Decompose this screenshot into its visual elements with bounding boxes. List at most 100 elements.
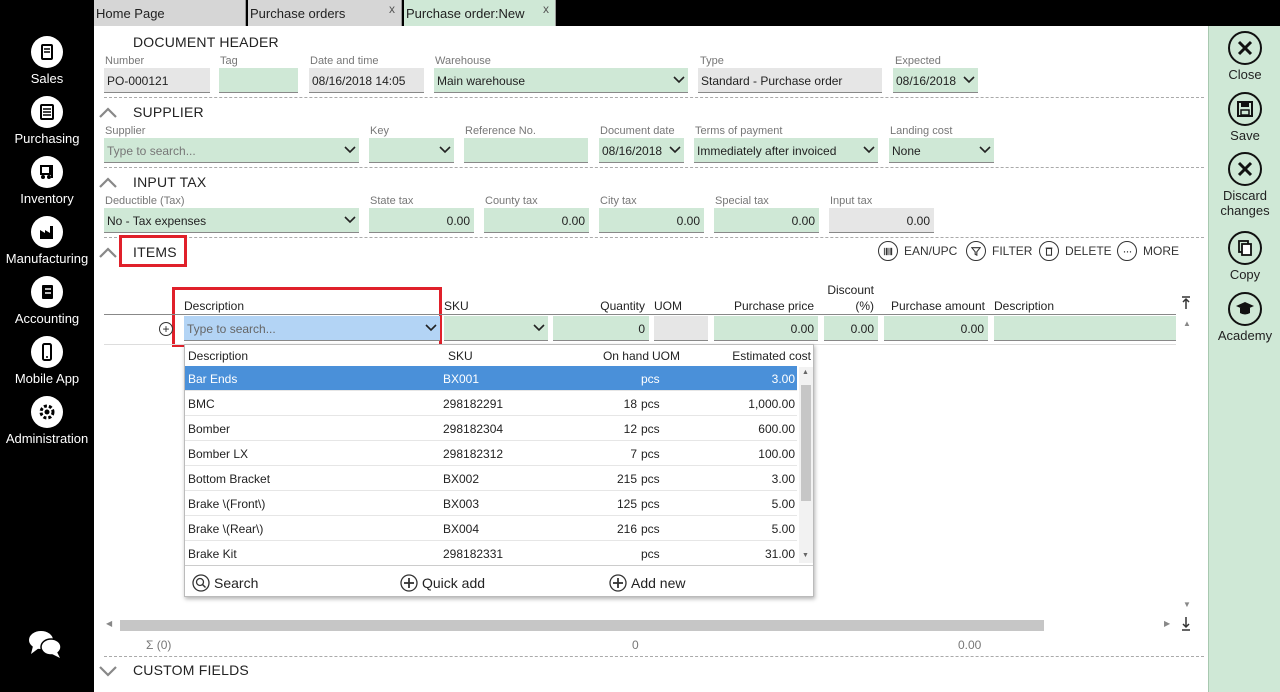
chevron-up-icon[interactable] [98, 106, 118, 120]
scroll-right-arrow[interactable]: ▶ [1164, 619, 1170, 628]
nav-sales[interactable]: Sales [0, 36, 94, 86]
delete-button[interactable]: DELETE [1039, 241, 1112, 261]
special-tax-field[interactable]: 0.00 [714, 208, 819, 233]
more-button[interactable]: ··· MORE [1117, 241, 1179, 261]
popup-cell-uom: pcs [641, 547, 660, 561]
reference-field[interactable] [464, 138, 588, 163]
popup-item-row[interactable]: BMC 298182291 18 pcs 1,000.00 [185, 391, 797, 416]
popup-scrollbar[interactable]: ▲ ▼ [799, 367, 813, 563]
nav-mobile-app[interactable]: Mobile App [0, 336, 94, 386]
nav-accounting[interactable]: Accounting [0, 276, 94, 326]
document-date-select[interactable]: 08/16/2018 [599, 138, 684, 163]
supplier-placeholder: Type to search... [107, 144, 196, 158]
filter-button[interactable]: FILTER [966, 241, 1032, 261]
popup-col-sku: SKU [448, 349, 473, 363]
chevron-up-icon[interactable] [98, 176, 118, 190]
item-price-field[interactable]: 0.00 [714, 316, 818, 341]
items-section-title: ITEMS [133, 244, 177, 260]
popup-cell-description: Bar Ends [188, 372, 238, 386]
popup-col-onhand: On hand [602, 349, 649, 363]
popup-item-row[interactable]: Brake \(Front\) BX003 125 pcs 5.00 [185, 491, 797, 516]
popup-item-row[interactable]: Brake \(Rear\) BX004 216 pcs 5.00 [185, 516, 797, 541]
nav-administration[interactable]: Administration [0, 396, 94, 446]
tag-field[interactable] [219, 68, 298, 93]
popup-cell-onhand: 18 [623, 397, 637, 411]
popup-item-row[interactable]: Bottom Bracket BX002 215 pcs 3.00 [185, 466, 797, 491]
county-tax-field[interactable]: 0.00 [484, 208, 589, 233]
more-label: MORE [1143, 244, 1179, 258]
popup-item-row[interactable]: Brake Kit 298182331 pcs 31.00 [185, 541, 797, 566]
popup-cell-sku: 298182312 [443, 447, 504, 461]
chevron-down-icon [344, 146, 356, 154]
nav-manufacturing[interactable]: Manufacturing [0, 216, 94, 266]
state-tax-field[interactable]: 0.00 [369, 208, 474, 233]
key-select[interactable] [369, 138, 454, 163]
divider [104, 97, 1204, 98]
nav-inventory[interactable]: Inventory [0, 156, 94, 206]
tab-close-icon[interactable]: x [389, 2, 395, 16]
scroll-to-bottom-icon[interactable] [1181, 616, 1191, 632]
scroll-down-arrow[interactable]: ▼ [1183, 600, 1191, 609]
scroll-to-top-icon[interactable] [1181, 296, 1191, 310]
number-label: Number [105, 55, 145, 67]
item-discount-field[interactable]: 0.00 [824, 316, 878, 341]
academy-button[interactable]: Academy [1209, 292, 1280, 343]
terms-select[interactable]: Immediately after invoiced [694, 138, 878, 163]
item-description-search[interactable]: Type to search... [184, 316, 440, 341]
deductible-select[interactable]: No - Tax expenses [104, 208, 359, 233]
expected-date-select[interactable]: 08/16/2018 [893, 68, 978, 93]
landing-cost-value: None [892, 144, 921, 158]
item-amount-field[interactable]: 0.00 [884, 316, 988, 341]
horizontal-scrollbar[interactable]: ◀ ▶ [104, 619, 1176, 631]
chevron-down-icon[interactable] [98, 664, 118, 678]
add-row-icon[interactable]: + [159, 322, 173, 336]
popup-scroll-down-arrow[interactable]: ▼ [802, 552, 809, 559]
datetime-field[interactable]: 08/16/2018 14:05 [309, 68, 424, 93]
scroll-left-arrow[interactable]: ◀ [106, 619, 112, 628]
item-description-2-field[interactable] [994, 316, 1176, 341]
horizontal-scroll-thumb[interactable] [120, 620, 1044, 631]
landing-cost-select[interactable]: None [889, 138, 994, 163]
popup-add-new-button[interactable]: Add new [609, 574, 685, 592]
tab-purchase-orders[interactable]: Purchase orders x [248, 0, 402, 26]
popup-item-row[interactable]: Bomber LX 298182312 7 pcs 100.00 [185, 441, 797, 466]
tab-purchase-order-new[interactable]: Purchase order:New x [404, 0, 556, 26]
popup-search-button[interactable]: Search [192, 574, 258, 592]
close-button[interactable]: Close [1209, 31, 1280, 82]
copy-button[interactable]: Copy [1209, 231, 1280, 282]
number-field[interactable]: PO-000121 [104, 68, 210, 93]
divider [104, 167, 1204, 168]
discard-changes-button[interactable]: Discard changes [1209, 152, 1280, 218]
nav-accounting-label: Accounting [14, 311, 80, 326]
item-sku-select[interactable] [444, 316, 548, 341]
tab-close-icon[interactable]: x [543, 2, 549, 16]
popup-scroll-thumb[interactable] [801, 385, 811, 501]
popup-col-uom: UOM [652, 349, 680, 363]
nav-administration-label: Administration [5, 431, 89, 446]
scroll-up-arrow[interactable]: ▲ [1183, 319, 1191, 328]
city-tax-label: City tax [600, 195, 637, 207]
popup-item-row[interactable]: Bomber 298182304 12 pcs 600.00 [185, 416, 797, 441]
item-quantity-field[interactable]: 0 [553, 316, 649, 341]
chevron-down-icon [344, 216, 356, 224]
popup-item-row[interactable]: Bar Ends BX001 pcs 3.00 [185, 366, 797, 391]
discard-icon [1228, 152, 1262, 186]
chat-icon[interactable] [27, 628, 63, 660]
expected-value: 08/16/2018 [896, 74, 957, 88]
nav-purchasing[interactable]: Purchasing [0, 96, 94, 146]
city-tax-field[interactable]: 0.00 [599, 208, 704, 233]
popup-scroll-up-arrow[interactable]: ▲ [802, 369, 809, 376]
popup-cell-uom: pcs [641, 447, 660, 461]
popup-cell-onhand: 216 [616, 522, 637, 536]
popup-quick-add-button[interactable]: Quick add [400, 574, 485, 592]
input-tax-section-title: INPUT TAX [133, 174, 207, 190]
chevron-down-icon [979, 146, 991, 154]
save-button[interactable]: Save [1209, 92, 1280, 143]
type-field[interactable]: Standard - Purchase order [698, 68, 882, 93]
warehouse-select[interactable]: Main warehouse [434, 68, 688, 93]
popup-cell-uom: pcs [641, 372, 660, 386]
tab-home-page[interactable]: Home Page [94, 0, 246, 26]
ean-upc-button[interactable]: EAN/UPC [878, 241, 957, 261]
chevron-up-icon[interactable] [98, 246, 118, 260]
supplier-search-select[interactable]: Type to search... [104, 138, 359, 163]
